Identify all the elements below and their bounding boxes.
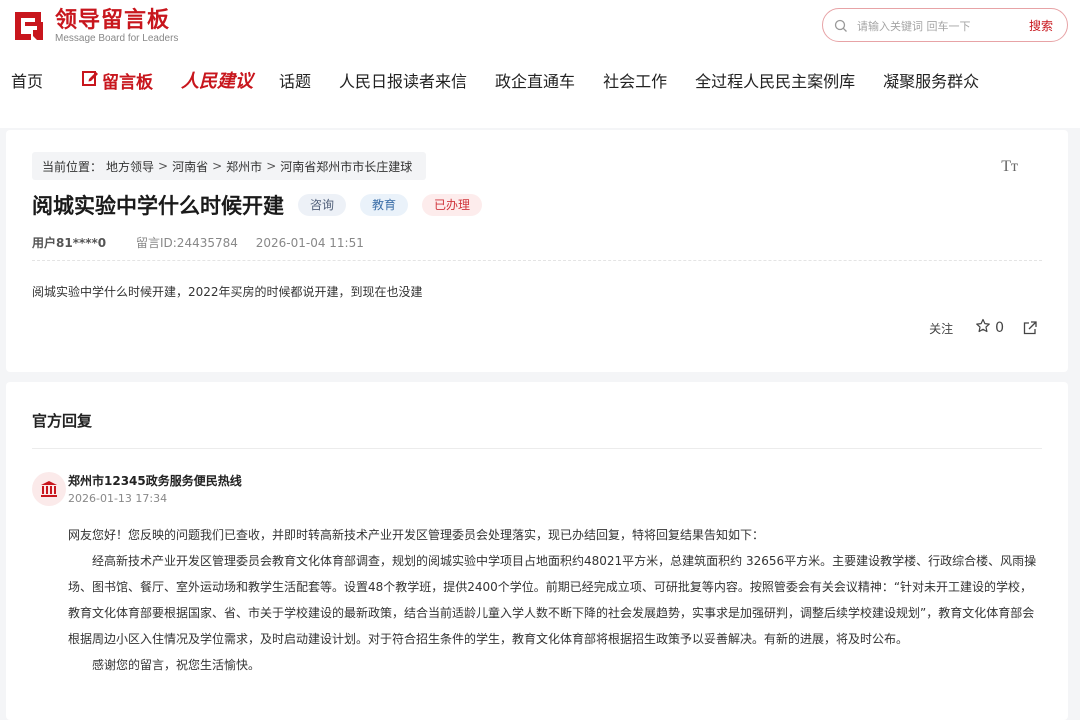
breadcrumb-separator: > xyxy=(266,159,277,173)
edit-icon xyxy=(81,69,99,92)
breadcrumb-separator: > xyxy=(212,159,223,173)
nav-label: 首页 xyxy=(11,72,44,91)
nav-item-topics[interactable]: 话题 xyxy=(279,68,311,92)
reply-org-name: 郑州市12345政务服务便民热线 xyxy=(68,474,242,488)
search-button[interactable]: 搜索 xyxy=(1029,17,1053,34)
search-icon xyxy=(834,18,848,32)
main-nav: 首页 留言板 人民建议 话题 人民日报读者来信 政企直通车 社会工作 全过程人民… xyxy=(0,62,1007,98)
government-building-icon xyxy=(32,472,66,506)
follow-button[interactable]: 关注 xyxy=(929,320,953,337)
message-id: 留言ID:24435784 xyxy=(135,236,238,250)
reply-paragraph: 感谢您的留言，祝您生活愉快。 xyxy=(92,658,261,672)
nav-label: 话题 xyxy=(279,72,312,91)
nav-label: 社会工作 xyxy=(603,72,668,91)
tag-consult: 咨询 xyxy=(298,194,347,216)
message-content: 阅城实验中学什么时候开建，2022年买房的时候都说开建，到现在也没建 xyxy=(32,285,423,299)
message-time: 2026-01-04 11:51 xyxy=(255,236,364,250)
reply-paragraph: 网友您好！您反映的问题我们已查收，并即时转高新技术产业开发区管理委员会处理落实，… xyxy=(68,528,765,542)
logo-name-en: Message Board for Leaders xyxy=(55,32,179,44)
message-title: 阅城实验中学什么时候开建 xyxy=(32,194,284,218)
nav-item-readers-letters[interactable]: 人民日报读者来信 xyxy=(339,68,467,92)
official-reply-card: 官方回复 郑州市12345政务服务便民热线 2026-01-13 17:34 网… xyxy=(6,382,1068,720)
nav-item-social-work[interactable]: 社会工作 xyxy=(603,68,667,92)
search-box: 搜索 xyxy=(822,8,1068,42)
divider xyxy=(32,448,1042,449)
breadcrumb-item[interactable]: 河南省郑州市市长庄建球 xyxy=(280,158,412,175)
message-title-row: 阅城实验中学什么时候开建 咨询 教育 已办理 xyxy=(32,190,483,220)
reply-section-title: 官方回复 xyxy=(32,412,93,430)
reply-time: 2026-01-13 17:34 xyxy=(68,492,168,505)
star-count: 0 xyxy=(995,320,1004,336)
search-input[interactable] xyxy=(857,16,1017,36)
top-header: 领导留言板 Message Board for Leaders 搜索 首页 留言… xyxy=(0,0,1080,128)
nav-item-message-board[interactable]: 留言板 xyxy=(81,68,153,93)
breadcrumb-item[interactable]: 河南省 xyxy=(172,158,208,175)
site-logo[interactable]: 领导留言板 Message Board for Leaders xyxy=(11,8,178,44)
breadcrumb-separator: > xyxy=(158,159,169,173)
font-size-toggle[interactable]: Tт xyxy=(1001,158,1018,176)
message-actions: 关注 0 xyxy=(929,318,1038,338)
nav-item-home[interactable]: 首页 xyxy=(11,68,43,92)
nav-label: 政企直通车 xyxy=(495,72,576,91)
message-card: 当前位置： 地方领导 > 河南省 > 郑州市 > 河南省郑州市市长庄建球 Tт … xyxy=(6,130,1068,372)
nav-label: 凝聚服务群众 xyxy=(883,72,980,91)
star-icon xyxy=(975,318,991,338)
nav-item-serve-masses[interactable]: 凝聚服务群众 xyxy=(883,68,979,92)
breadcrumb-item[interactable]: 郑州市 xyxy=(226,158,262,175)
tag-education: 教育 xyxy=(360,194,409,216)
nav-label: 全过程人民民主案例库 xyxy=(695,72,856,91)
message-meta: 用户81****0 留言ID:24435784 2026-01-04 11:51 xyxy=(32,234,364,251)
logo-mark-icon xyxy=(11,8,47,44)
breadcrumb-prefix: 当前位置： xyxy=(42,159,103,174)
nav-item-democracy-cases[interactable]: 全过程人民民主案例库 xyxy=(695,68,855,92)
reply-body: 网友您好！您反映的问题我们已查收，并即时转高新技术产业开发区管理委员会处理落实，… xyxy=(68,522,1044,678)
nav-item-gov-enterprise[interactable]: 政企直通车 xyxy=(495,68,575,92)
nav-label: 人民日报读者来信 xyxy=(339,72,468,91)
nav-label: 人民建议 xyxy=(181,71,254,92)
divider xyxy=(32,260,1042,261)
message-user: 用户81****0 xyxy=(32,236,107,250)
breadcrumb: 当前位置： 地方领导 > 河南省 > 郑州市 > 河南省郑州市市长庄建球 xyxy=(32,152,427,180)
reply-paragraph: 经高新技术产业开发区管理委员会教育文化体育部调查，规划的阅城实验中学项目占地面积… xyxy=(68,554,1037,646)
star-button[interactable]: 0 xyxy=(975,318,1004,338)
status-badge: 已办理 xyxy=(422,194,483,216)
share-icon[interactable] xyxy=(1022,320,1038,336)
nav-item-people-suggestions[interactable]: 人民建议 xyxy=(181,67,253,93)
breadcrumb-item[interactable]: 地方领导 xyxy=(106,158,154,175)
nav-label: 留言板 xyxy=(102,72,154,93)
logo-name-cn: 领导留言板 xyxy=(55,7,171,33)
